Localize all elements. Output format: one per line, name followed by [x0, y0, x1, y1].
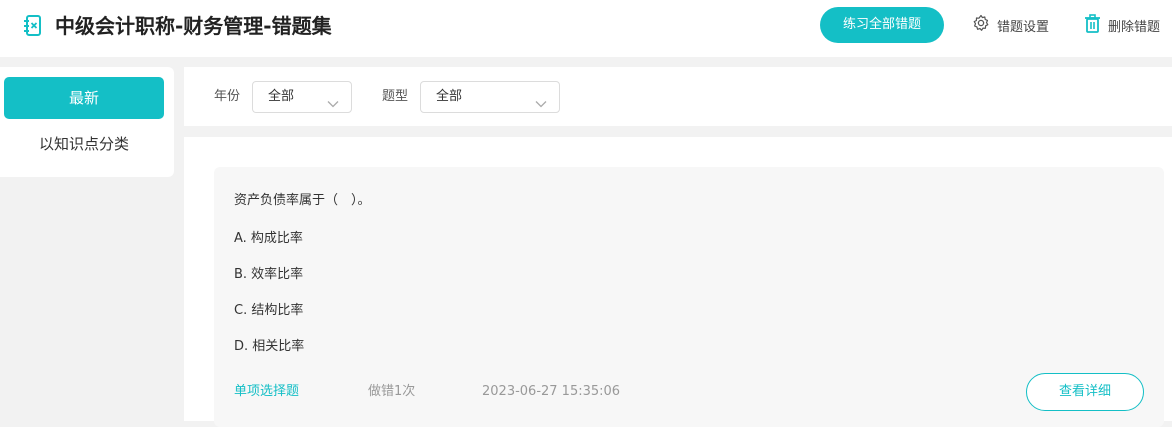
trash-icon — [1084, 13, 1108, 37]
type-select-value: 全部 — [436, 89, 463, 104]
sidebar: 最新 以知识点分类 — [0, 67, 174, 177]
question-list: 资产负债率属于（ ）。 A. 构成比率 B. 效率比率 C. 结构比率 D. 相… — [184, 137, 1172, 427]
type-filter-label: 题型 — [382, 89, 409, 104]
option-a: A. 构成比率 — [234, 231, 303, 246]
year-select[interactable]: 全部 — [252, 81, 352, 113]
type-select[interactable]: 全部 — [420, 81, 560, 113]
notebook-icon — [22, 14, 44, 38]
header-bar: 中级会计职称-财务管理-错题集 练习全部错题 错题设置 删除错题 — [0, 0, 1172, 57]
year-filter-label: 年份 — [214, 89, 241, 104]
sidebar-item-latest[interactable]: 最新 — [4, 77, 164, 119]
wrong-count: 做错1次 — [368, 384, 416, 399]
sidebar-item-by-knowledge-point[interactable]: 以知识点分类 — [4, 129, 164, 159]
option-b: B. 效率比率 — [234, 267, 304, 282]
wrong-timestamp: 2023-06-27 15:35:06 — [482, 384, 621, 399]
settings-link[interactable]: 错题设置 — [972, 14, 1049, 36]
option-c: C. 结构比率 — [234, 303, 304, 318]
option-d: D. 相关比率 — [234, 339, 305, 354]
year-select-value: 全部 — [268, 89, 295, 104]
question-card: 资产负债率属于（ ）。 A. 构成比率 B. 效率比率 C. 结构比率 D. 相… — [214, 167, 1164, 427]
chevron-down-icon — [535, 93, 547, 112]
gear-icon — [972, 14, 997, 36]
page-title: 中级会计职称-财务管理-错题集 — [55, 14, 332, 38]
question-type: 单项选择题 — [234, 384, 300, 399]
delete-label: 删除错题 — [1108, 19, 1161, 35]
delete-link[interactable]: 删除错题 — [1084, 13, 1161, 37]
practice-all-button[interactable]: 练习全部错题 — [820, 7, 944, 43]
chevron-down-icon — [327, 93, 339, 112]
view-detail-button[interactable]: 查看详细 — [1026, 373, 1144, 411]
filter-bar: 年份 全部 题型 全部 — [184, 67, 1172, 126]
settings-label: 错题设置 — [997, 19, 1050, 35]
question-stem: 资产负债率属于（ ）。 — [234, 193, 371, 208]
